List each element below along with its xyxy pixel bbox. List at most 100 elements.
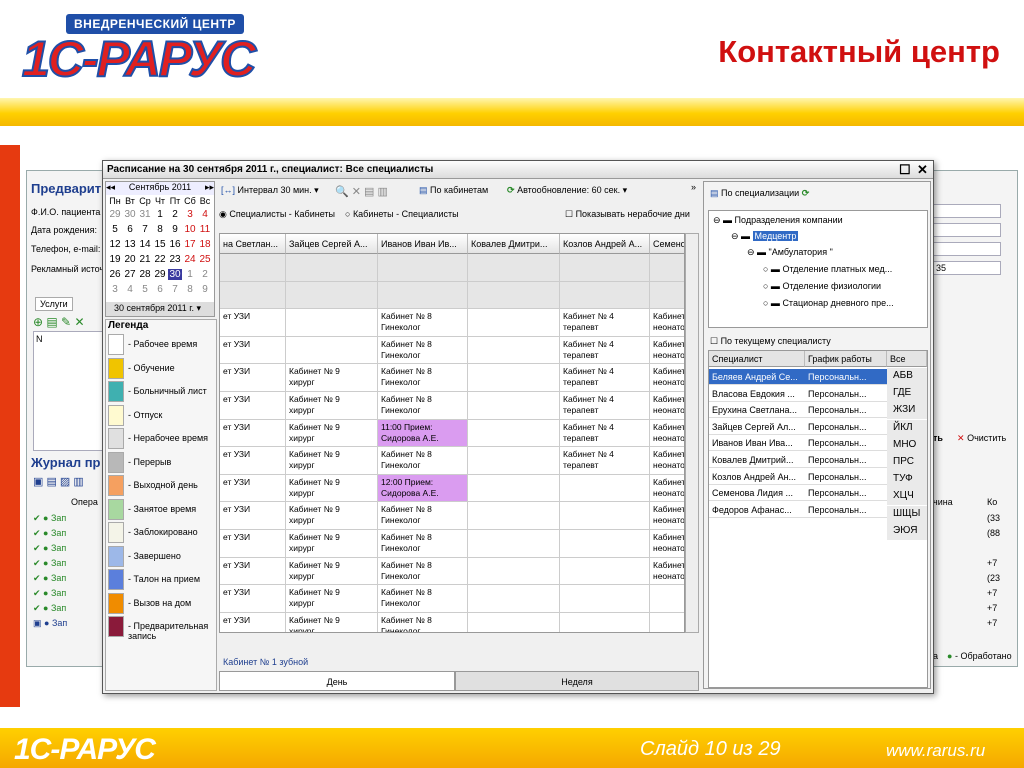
specialist-row[interactable]: Власова Евдокия ... Персональн...	[709, 386, 887, 402]
grid-cell[interactable]: Кабинет № 9 хирург	[286, 474, 378, 503]
close-icon[interactable]: ✕	[917, 162, 928, 178]
calendar-day[interactable]: 8	[183, 284, 197, 295]
grid-cell[interactable]	[468, 557, 560, 586]
calendar-day[interactable]: 16	[168, 239, 182, 250]
grid-cell[interactable]: ет УЗИ	[220, 530, 286, 558]
bg-clear-button[interactable]: ✕ Очистить	[957, 433, 1006, 444]
tab-services[interactable]: Услуги	[35, 297, 73, 311]
toolbar-more[interactable]: »	[691, 182, 696, 192]
calendar-day[interactable]: 29	[108, 209, 122, 220]
grid-cell[interactable]	[468, 502, 560, 530]
grid-cell[interactable]: Кабинет № 4 терапевт	[560, 364, 650, 392]
grid-cell[interactable]	[468, 419, 560, 448]
grid-cell[interactable]: Кабинет № 9 хирург	[286, 585, 378, 613]
toolbar-icons[interactable]: 🔍 ✕ ▤ ▥	[335, 185, 388, 198]
grid-cell[interactable]	[650, 585, 684, 613]
grid-cell[interactable]: Кабинет № 8 Гинеколог	[378, 530, 468, 558]
grid-cell[interactable]	[650, 254, 684, 282]
grid-cell[interactable]	[378, 254, 468, 282]
grid-cell[interactable]: Кабинет № 8 Гинеколог	[378, 502, 468, 530]
grid-cell[interactable]: Кабинет неонато	[650, 558, 684, 586]
bg-field-num[interactable]: 35	[933, 261, 1001, 275]
calendar-day[interactable]: 15	[153, 239, 167, 250]
grid-cell[interactable]: ет УЗИ	[220, 474, 286, 503]
calendar-day[interactable]: 13	[123, 239, 137, 250]
specialist-row[interactable]: Беляев Андрей Се... Персональн...	[709, 369, 887, 385]
grid-cell[interactable]: Кабинет неонато	[650, 502, 684, 530]
by-specialization-button[interactable]: ▤ По специализации ⟳	[710, 188, 809, 199]
grid-cell[interactable]: Кабинет № 8 Гинеколог	[378, 309, 468, 337]
tree-node[interactable]: ⊖ ▬ "Амбулатория "	[747, 247, 833, 258]
grid-cell[interactable]	[560, 612, 650, 632]
calendar-day[interactable]: 19	[108, 254, 122, 265]
calendar-day[interactable]: 12	[108, 239, 122, 250]
calendar-day[interactable]: 24	[183, 254, 197, 265]
grid-cell[interactable]	[468, 447, 560, 475]
calendar-day[interactable]: 6	[153, 284, 167, 295]
calendar-day[interactable]: 23	[168, 254, 182, 265]
bg-field-2[interactable]	[933, 223, 1001, 237]
alpha-filter-button[interactable]: АБВ	[887, 368, 927, 385]
calendar-day[interactable]: 4	[123, 284, 137, 295]
calendar-day[interactable]: 4	[198, 209, 212, 220]
grid-cell[interactable]: Кабинет неонато	[650, 309, 684, 337]
calendar-day[interactable]: 8	[153, 224, 167, 235]
grid-cell[interactable]: Кабинет № 9 хирург	[286, 530, 378, 558]
grid-cell[interactable]	[560, 557, 650, 586]
grid-cell[interactable]: Кабинет № 8 Гинеколог	[378, 447, 468, 475]
calendar-day[interactable]: 5	[138, 284, 152, 295]
grid-cell[interactable]: ет УЗИ	[220, 447, 286, 475]
radio-spec-cab[interactable]: ◉ Специалисты - Кабинеты	[219, 209, 335, 220]
calendar-day[interactable]: 18	[198, 239, 212, 250]
alpha-filter-button[interactable]: МНО	[887, 436, 927, 454]
alpha-filter-button[interactable]: ЭЮЯ	[887, 522, 927, 540]
grid-cell[interactable]: Кабинет № 9 хирург	[286, 557, 378, 586]
grid-cell[interactable]: ет УЗИ	[220, 612, 286, 632]
grid-cell[interactable]: ет УЗИ	[220, 392, 286, 420]
by-cabinet-button[interactable]: ▤ По кабинетам	[419, 185, 488, 196]
grid-cell[interactable]	[286, 309, 378, 337]
bg-field-3[interactable]	[933, 242, 1001, 256]
grid-cell[interactable]: Кабинет № 8 Гинеколог	[378, 585, 468, 613]
grid-cell[interactable]: Кабинет № 8 Гинеколог	[378, 612, 468, 632]
grid-cell[interactable]	[560, 585, 650, 613]
grid-cell[interactable]: Кабинет № 8 Гинеколог	[378, 392, 468, 420]
grid-cell[interactable]: ет УЗИ	[220, 336, 286, 365]
alpha-filter-button[interactable]: ТУФ	[887, 471, 927, 489]
grid-cell[interactable]: 11:00 Прием: Сидорова А.Е.	[378, 419, 468, 448]
col-all[interactable]: Все	[887, 351, 927, 367]
grid-cell[interactable]: ет УЗИ	[220, 557, 286, 586]
grid-cell[interactable]	[560, 474, 650, 503]
grid-cell[interactable]: Кабинет № 4 терапевт	[560, 447, 650, 475]
tab-day[interactable]: День	[219, 671, 455, 691]
grid-cell[interactable]: Кабинет неонато	[650, 447, 684, 475]
grid-cell[interactable]: Кабинет № 9 хирург	[286, 419, 378, 448]
calendar-day[interactable]: 10	[183, 224, 197, 235]
specialist-row[interactable]: Ерухина Светлана... Персональн...	[709, 402, 887, 419]
calendar-day[interactable]: 3	[108, 284, 122, 295]
specialist-row[interactable]: Иванов Иван Ива... Персональн...	[709, 435, 887, 452]
grid-cell[interactable]: Кабинет № 4 терапевт	[560, 309, 650, 337]
grid-cell[interactable]	[468, 281, 560, 310]
calendar-day[interactable]: 1	[183, 269, 197, 280]
grid-cell[interactable]	[650, 613, 684, 632]
prev-month-icon[interactable]: ◂◂	[106, 182, 115, 193]
grid-cell[interactable]	[650, 281, 684, 310]
interval-dropdown[interactable]: [↔] Интервал 30 мин. ▾	[221, 185, 319, 196]
show-nonwork-checkbox[interactable]: ☐ Показывать нерабочие дни	[565, 209, 690, 220]
grid-cell[interactable]: Кабинет неонато	[650, 420, 684, 448]
grid-cell[interactable]	[560, 530, 650, 558]
grid-cell[interactable]	[468, 474, 560, 503]
calendar-day[interactable]: 3	[183, 209, 197, 220]
tree-node[interactable]: ○ ▬ Стационар дневного пре...	[763, 298, 894, 308]
calendar-day[interactable]: 25	[198, 254, 212, 265]
grid-cell[interactable]: Кабинет № 9 хирург	[286, 392, 378, 420]
grid-cell[interactable]	[286, 254, 378, 282]
grid-cell[interactable]	[468, 530, 560, 558]
calendar-selected-date[interactable]: 30 сентября 2011 г. ▾	[106, 302, 214, 316]
grid-cell[interactable]: Кабинет № 4 терапевт	[560, 336, 650, 365]
calendar-day[interactable]: 21	[138, 254, 152, 265]
grid-cell[interactable]	[468, 309, 560, 337]
grid-cell[interactable]: Кабинет № 8 Гинеколог	[378, 364, 468, 392]
alpha-filter-button[interactable]: ХЦЧ	[887, 488, 927, 506]
